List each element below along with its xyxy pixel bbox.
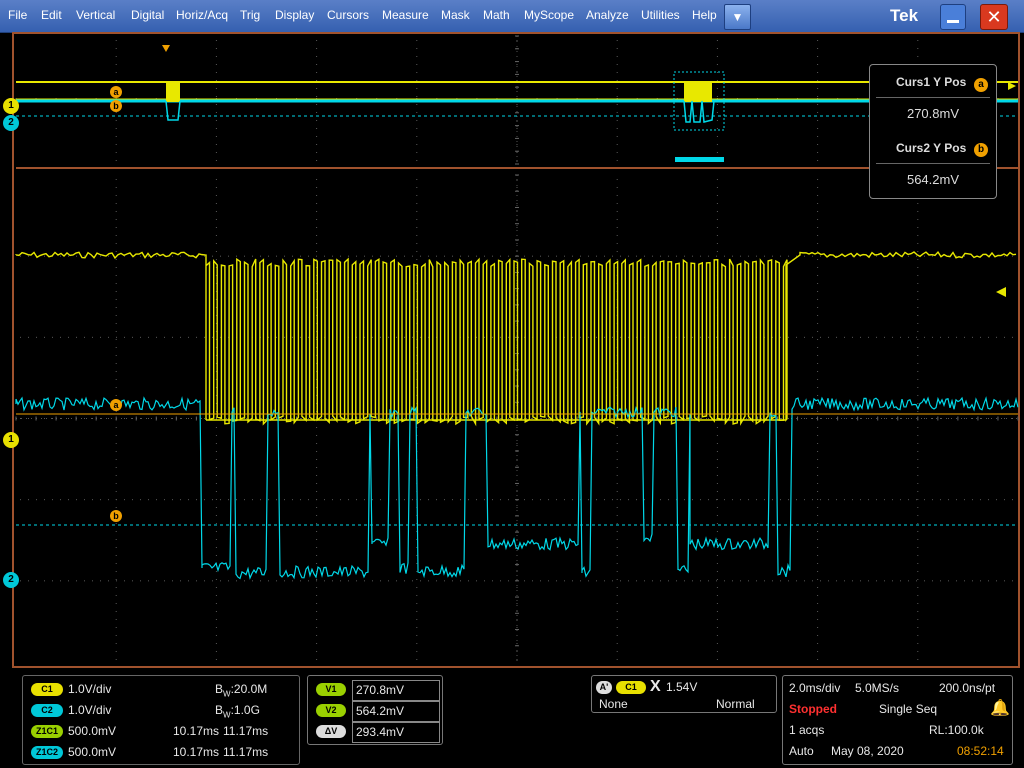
c1-badge[interactable]: C1 [31, 683, 63, 696]
date: May 08, 2020 [831, 744, 904, 758]
curs2-value: 564.2mV [906, 172, 960, 187]
zoom-position-bar [675, 157, 724, 162]
trigger-source-badge: C1 [616, 681, 646, 694]
delta-v-badge: ΔV [316, 725, 346, 738]
cursor-a-label[interactable]: a [110, 399, 122, 411]
trigger-auto: Auto [789, 744, 814, 758]
ch1-overview-burst [684, 82, 712, 102]
c2-scale[interactable]: 1.0V/div [68, 703, 111, 717]
z1c1-end: 11.17ms [223, 724, 269, 738]
trigger-mode: Normal [716, 697, 755, 711]
timebase: 2.0ms/div [789, 681, 841, 695]
cursor-a-badge: a [974, 78, 988, 92]
z1c1-badge[interactable]: Z1C1 [31, 725, 63, 738]
v2-badge: V2 [316, 704, 346, 717]
divider [876, 97, 990, 98]
bell-icon: 🔔 [990, 700, 1010, 717]
c2-badge[interactable]: C2 [31, 704, 63, 717]
z1c1-start: 10.17ms [173, 724, 220, 738]
cursor-values-panel[interactable]: V1 270.8mV V2 564.2mV ΔV 293.4mV [307, 675, 443, 745]
ch1-marker[interactable]: 1 [3, 432, 19, 448]
trigger-position-marker [162, 45, 170, 52]
trigger-level: 1.54V [666, 680, 698, 694]
delta-v-value: 293.4mV [356, 725, 405, 739]
acq-count: 1 acqs [789, 723, 825, 737]
cursor-a-overview-label[interactable]: a [110, 86, 122, 98]
channel-settings-panel: C1 1.0V/div BW:20.0M C2 1.0V/div BW:1.0G… [22, 675, 300, 765]
z1c2-badge[interactable]: Z1C2 [31, 746, 63, 759]
z1c1-scale[interactable]: 500.0mV [68, 724, 116, 738]
cursor-b-badge: b [974, 143, 988, 157]
ch1-overview-burst [166, 82, 180, 102]
v1-value: 270.8mV [356, 683, 405, 697]
trigger-level-arrow [996, 287, 1006, 297]
ch2-overview-marker[interactable]: 2 [3, 115, 19, 131]
ch1-level-arrow-overview [1008, 82, 1016, 90]
curs1-value: 270.8mV [906, 106, 960, 121]
z1c2-end: 11.17ms [223, 745, 269, 759]
trigger-panel[interactable]: A' C1 X 1.54V None Normal [591, 675, 777, 713]
ch2-marker[interactable]: 2 [3, 572, 19, 588]
seq-mode: Single Seq [879, 702, 938, 716]
c2-bandwidth[interactable]: BW:1.0G [215, 703, 260, 719]
divider [876, 163, 990, 164]
v1-badge: V1 [316, 683, 346, 696]
c1-bandwidth[interactable]: BW:20.0M [215, 682, 267, 698]
resolution: 200.0ns/pt [939, 681, 996, 695]
ch1-overview-marker[interactable]: 1 [3, 98, 19, 114]
curs1-label: Curs1 Y Pos [896, 75, 967, 89]
trigger-slope-icon: X [650, 678, 661, 695]
curs2-label: Curs2 Y Pos [896, 141, 967, 155]
clock: 08:52:14 [957, 744, 1004, 758]
record-length: RL:100.0k [929, 723, 984, 737]
v2-value: 564.2mV [356, 704, 405, 718]
cursor-readout-panel[interactable]: Curs1 Y Pos a 270.8mV Curs2 Y Pos b 564.… [869, 64, 997, 199]
acquisition-panel[interactable]: 2.0ms/div 5.0MS/s 200.0ns/pt Stopped Sin… [782, 675, 1013, 765]
trigger-coupling: None [599, 697, 628, 711]
z1c2-start: 10.17ms [173, 745, 220, 759]
cursor-b-label[interactable]: b [110, 510, 122, 522]
acq-state: Stopped [789, 702, 837, 716]
trigger-a-badge: A' [596, 681, 612, 694]
c1-scale[interactable]: 1.0V/div [68, 682, 111, 696]
sample-rate: 5.0MS/s [855, 681, 900, 695]
cursor-b-overview-label[interactable]: b [110, 100, 122, 112]
z1c2-scale[interactable]: 500.0mV [68, 745, 116, 759]
